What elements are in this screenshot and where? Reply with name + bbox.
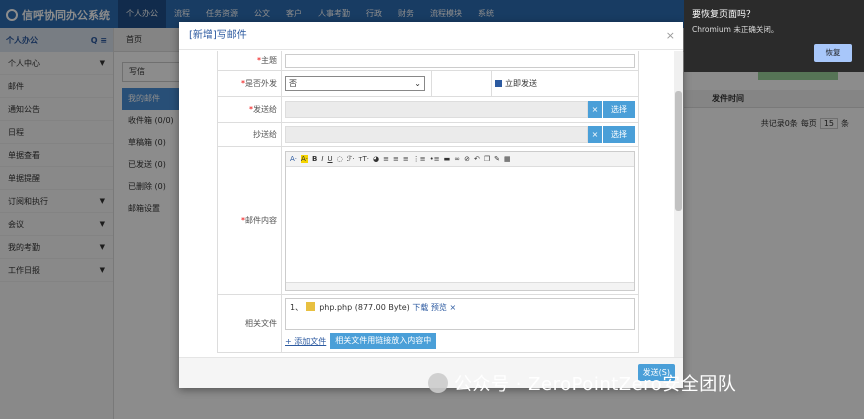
unordered-list-icon[interactable]: •≡ bbox=[430, 155, 440, 163]
file-type-icon bbox=[305, 302, 315, 311]
external-label: * 是否外发 bbox=[218, 71, 282, 96]
modal-title: [新增]写邮件 bbox=[189, 30, 247, 41]
insert-file-link-button[interactable]: 相关文件用链接放入内容中 bbox=[330, 333, 437, 349]
add-file-link[interactable]: + 添加文件 bbox=[285, 336, 326, 347]
modal-title-bar: [新增]写邮件 × bbox=[179, 22, 683, 50]
undo-icon[interactable]: ↶ bbox=[474, 155, 480, 163]
file-preview-link[interactable]: 预览 bbox=[431, 303, 447, 312]
italic-icon[interactable]: I bbox=[321, 155, 323, 163]
wechat-icon bbox=[428, 373, 448, 393]
files-label: 相关文件 bbox=[218, 295, 282, 352]
copy-icon[interactable]: ❐ bbox=[484, 155, 490, 163]
bold-icon[interactable]: B bbox=[312, 155, 317, 163]
compose-mail-modal: [新增]写邮件 × * 主题 * 是否外发 否 ⌄ 立即发送 * 发送给 × 选… bbox=[179, 22, 683, 388]
watermark: 公众号 · ZeroPointZero安全团队 bbox=[428, 370, 736, 396]
hr-icon[interactable]: ▬ bbox=[444, 155, 451, 163]
eraser-icon[interactable]: ◌ bbox=[337, 155, 343, 163]
modal-body: * 主题 * 是否外发 否 ⌄ 立即发送 * 发送给 × 选择 抄送给 × 选择… bbox=[179, 51, 674, 357]
file-index: 1、 bbox=[290, 303, 304, 312]
highlight-icon[interactable]: A· bbox=[301, 154, 309, 163]
subject-input[interactable] bbox=[285, 53, 635, 68]
align-left-icon[interactable]: ≡ bbox=[383, 155, 389, 163]
ordered-list-icon[interactable]: ⋮≡ bbox=[413, 155, 426, 163]
file-name: php.php (877.00 Byte) bbox=[319, 303, 410, 312]
table-icon[interactable]: ▦ bbox=[504, 155, 511, 163]
row-cc: 抄送给 × 选择 bbox=[218, 123, 638, 147]
underline-icon[interactable]: U bbox=[327, 155, 332, 163]
restore-button[interactable]: 恢复 bbox=[814, 44, 852, 62]
subject-label: * 主题 bbox=[218, 51, 282, 70]
watermark-text: 公众号 · ZeroPointZero安全团队 bbox=[454, 374, 737, 395]
content-label: * 邮件内容 bbox=[218, 147, 282, 294]
align-right-icon[interactable]: ≡ bbox=[403, 155, 409, 163]
cc-label: 抄送给 bbox=[218, 123, 282, 146]
row-external: * 是否外发 否 ⌄ 立即发送 bbox=[218, 71, 638, 97]
to-label: * 发送给 bbox=[218, 97, 282, 122]
link-icon[interactable]: ∞ bbox=[454, 155, 460, 163]
restore-page-popup: 要恢复页面吗？ Chromium 未正确关闭。 恢复 bbox=[684, 0, 864, 72]
send-now-label: 立即发送 bbox=[505, 79, 537, 88]
modal-scrollbar[interactable] bbox=[674, 51, 683, 357]
font-size-icon[interactable]: тT· bbox=[358, 155, 369, 163]
font-family-icon[interactable]: ℱ· bbox=[347, 155, 355, 163]
row-subject: * 主题 bbox=[218, 51, 638, 71]
close-icon[interactable]: × bbox=[666, 22, 675, 50]
row-files: 相关文件 1、 php.php (877.00 Byte) 下载 预览 × + … bbox=[218, 295, 638, 353]
compose-form: * 主题 * 是否外发 否 ⌄ 立即发送 * 发送给 × 选择 抄送给 × 选择… bbox=[217, 51, 639, 353]
brush-icon[interactable]: ✎ bbox=[494, 155, 500, 163]
to-choose-button[interactable]: 选择 bbox=[603, 101, 635, 118]
chevron-down-icon: ⌄ bbox=[414, 79, 421, 88]
file-download-link[interactable]: 下载 bbox=[412, 303, 428, 312]
cc-clear-button[interactable]: × bbox=[588, 126, 602, 143]
send-now-checkbox[interactable] bbox=[495, 80, 502, 87]
popup-message: Chromium 未正确关闭。 bbox=[692, 25, 779, 34]
file-remove-link[interactable]: × bbox=[449, 303, 456, 312]
align-center-icon[interactable]: ≡ bbox=[393, 155, 399, 163]
paint-icon[interactable]: ◕ bbox=[373, 155, 379, 163]
scrollbar-thumb[interactable] bbox=[675, 91, 682, 211]
row-to: * 发送给 × 选择 bbox=[218, 97, 638, 123]
rich-text-editor[interactable]: A· A· B I U ◌ ℱ· тT· ◕ ≡ ≡ ≡ ⋮≡ •≡ ▬ ∞ ⊘… bbox=[285, 150, 635, 291]
editor-toolbar: A· A· B I U ◌ ℱ· тT· ◕ ≡ ≡ ≡ ⋮≡ •≡ ▬ ∞ ⊘… bbox=[286, 151, 634, 167]
to-input[interactable] bbox=[285, 101, 588, 118]
row-content: * 邮件内容 A· A· B I U ◌ ℱ· тT· ◕ ≡ ≡ ≡ ⋮≡ •… bbox=[218, 147, 638, 295]
external-select[interactable]: 否 ⌄ bbox=[285, 76, 425, 91]
unlink-icon[interactable]: ⊘ bbox=[464, 155, 470, 163]
popup-title: 要恢复页面吗？ bbox=[692, 10, 756, 20]
cc-choose-button[interactable]: 选择 bbox=[603, 126, 635, 143]
to-clear-button[interactable]: × bbox=[588, 101, 602, 118]
font-color-icon[interactable]: A· bbox=[290, 155, 297, 163]
file-list: 1、 php.php (877.00 Byte) 下载 预览 × bbox=[285, 298, 635, 330]
editor-resize-bar[interactable] bbox=[286, 281, 634, 290]
cc-input[interactable] bbox=[285, 126, 588, 143]
